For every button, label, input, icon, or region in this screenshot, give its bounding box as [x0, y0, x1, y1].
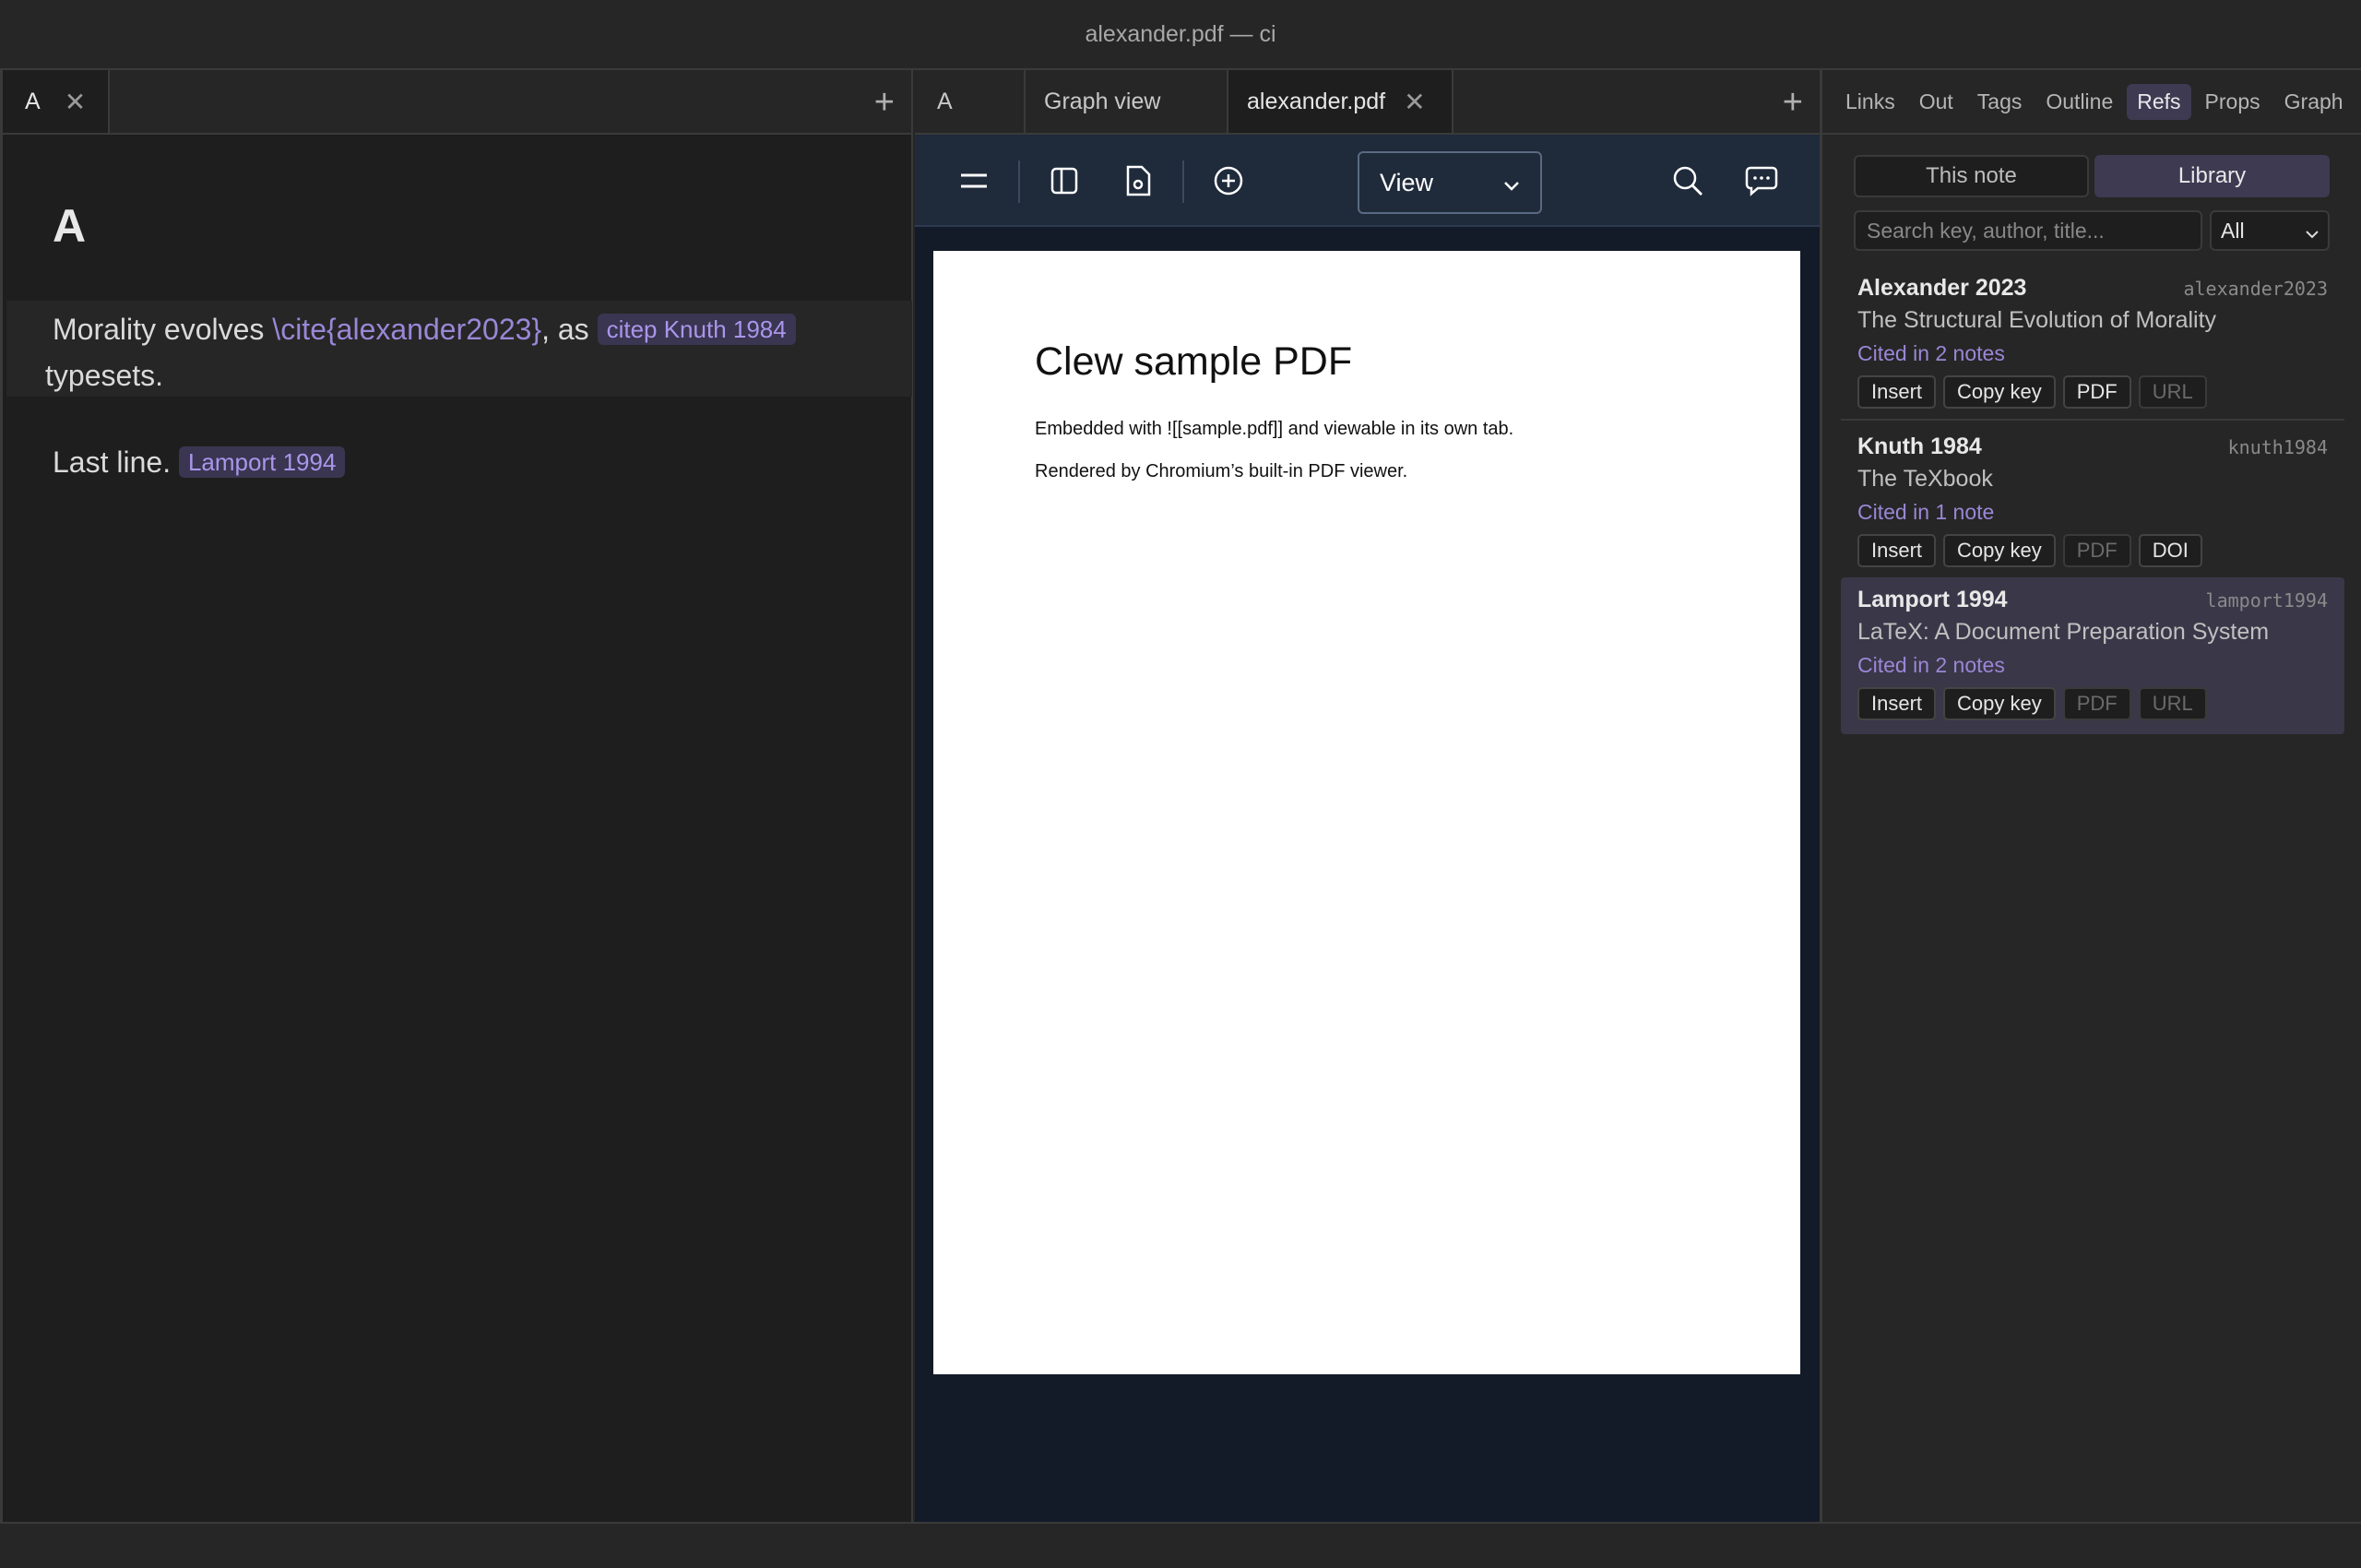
copy-key-button[interactable]: Copy key	[1943, 375, 2056, 409]
search-icon[interactable]	[1666, 159, 1710, 203]
citation-key: lamport1994	[2205, 589, 2328, 612]
this-note-button[interactable]: This note	[1854, 155, 2089, 197]
text: Morality evolves	[53, 313, 273, 346]
tab-label: Graph view	[1044, 88, 1161, 114]
insert-button[interactable]: Insert	[1857, 687, 1937, 720]
pdf-title: Clew sample PDF	[1035, 339, 1353, 384]
text: Last line.	[53, 445, 172, 479]
close-icon[interactable]: ✕	[1404, 87, 1425, 117]
raw-citation: \cite{alexander2023}	[272, 313, 542, 346]
editor-tabbar: A ✕ +	[3, 70, 911, 135]
copy-key-button[interactable]: Copy key	[1943, 687, 2056, 720]
reference-title: The Structural Evolution of Morality	[1857, 307, 2217, 333]
citation-key: knuth1984	[2227, 436, 2328, 458]
tab-graph[interactable]: Graph	[2274, 84, 2354, 120]
pdf-pane: A Graph view alexander.pdf ✕ + View Clew…	[915, 70, 1822, 1522]
search-row: All	[1854, 210, 2330, 251]
add-annotation-icon[interactable]	[1206, 159, 1251, 203]
new-tab-button[interactable]: +	[1783, 70, 1803, 135]
app-window: A ✕ + A Morality evolves \cite{alexander…	[0, 68, 2361, 1524]
pdf-page: Clew sample PDF Embedded with ![[sample.…	[933, 251, 1800, 1374]
tab-out[interactable]: Out	[1909, 84, 1964, 120]
copy-key-button[interactable]: Copy key	[1943, 534, 2056, 567]
pdf-button[interactable]: PDF	[2062, 375, 2131, 409]
reference-name: Lamport 1994	[1857, 587, 2008, 612]
divider	[1841, 419, 2344, 421]
url-button: URL	[2138, 375, 2207, 409]
new-tab-button[interactable]: +	[874, 70, 895, 135]
view-mode-label: View	[1380, 168, 1434, 196]
view-mode-select[interactable]: View	[1358, 151, 1542, 214]
reference-item-selected[interactable]: Lamport 1994 lamport1994 LaTeX: A Docume…	[1841, 577, 2344, 734]
pdf-text-line: Rendered by Chromium’s built-in PDF view…	[1035, 461, 1408, 481]
document-properties-icon[interactable]	[1116, 159, 1160, 203]
filter-select[interactable]: All	[2210, 210, 2330, 251]
text: typesets.	[45, 359, 164, 392]
chevron-down-icon	[2304, 223, 2320, 248]
tab-label: A	[937, 88, 953, 114]
note-paragraph[interactable]: Morality evolves \cite{alexander2023}, a…	[6, 301, 912, 397]
tab-label: A	[25, 88, 41, 114]
cited-count-link[interactable]: Cited in 2 notes	[1857, 341, 2328, 366]
citation-pill-lamport[interactable]: Lamport 1994	[178, 446, 346, 478]
window-title: alexander.pdf — ci	[0, 0, 2361, 68]
reference-name: Alexander 2023	[1857, 275, 2027, 301]
note-last-line[interactable]: Last line. Lamport 1994	[53, 439, 346, 485]
citation-key: alexander2023	[2183, 278, 2328, 300]
tab-graph-view[interactable]: Graph view	[1026, 70, 1228, 133]
pdf-toolbar: View	[915, 135, 1820, 227]
citation-pill-knuth[interactable]: citep Knuth 1984	[597, 314, 796, 345]
tab-refs[interactable]: Refs	[2127, 83, 2191, 120]
scope-toggle: This note Library	[1854, 155, 2330, 197]
pdf-tabbar: A Graph view alexander.pdf ✕ +	[915, 70, 1820, 135]
chevron-down-icon	[1501, 173, 1522, 202]
url-button: URL	[2138, 687, 2207, 720]
menu-icon[interactable]	[952, 159, 996, 203]
cited-count-link[interactable]: Cited in 2 notes	[1857, 653, 2328, 678]
tab-note-a[interactable]: A	[915, 70, 1026, 133]
sidebar-pane: Links Out Tags Outline Refs Props Graph …	[1822, 70, 2361, 1522]
editor-pane: A ✕ + A Morality evolves \cite{alexander…	[0, 70, 913, 1522]
tab-note-a[interactable]: A ✕	[3, 70, 111, 133]
divider	[1182, 160, 1184, 203]
sidebar-toggle-icon[interactable]	[1042, 159, 1086, 203]
sidebar-tabs: Links Out Tags Outline Refs Props Graph	[1822, 70, 2361, 135]
close-icon[interactable]: ✕	[65, 87, 86, 117]
reference-name: Knuth 1984	[1857, 434, 1982, 459]
tab-props[interactable]: Props	[2195, 84, 2271, 120]
reference-title: LaTeX: A Document Preparation System	[1857, 619, 2270, 645]
tab-outline[interactable]: Outline	[2035, 84, 2123, 120]
filter-value: All	[2221, 218, 2245, 243]
cited-count-link[interactable]: Cited in 1 note	[1857, 500, 2328, 525]
library-button[interactable]: Library	[2094, 155, 2330, 197]
tab-tags[interactable]: Tags	[1967, 84, 2033, 120]
insert-button[interactable]: Insert	[1857, 534, 1937, 567]
tab-label: alexander.pdf	[1247, 88, 1386, 114]
text: , as	[541, 313, 598, 346]
tab-links[interactable]: Links	[1835, 84, 1905, 120]
reference-item[interactable]: Alexander 2023 alexander2023 The Structu…	[1841, 266, 2344, 422]
comments-icon[interactable]	[1739, 159, 1784, 203]
pdf-button: PDF	[2062, 534, 2131, 567]
divider	[1018, 160, 1020, 203]
tab-alexander-pdf[interactable]: alexander.pdf ✕	[1228, 70, 1453, 133]
status-bar	[0, 1524, 2361, 1568]
doi-button[interactable]: DOI	[2138, 534, 2202, 567]
reference-item[interactable]: Knuth 1984 knuth1984 The TeXbook Cited i…	[1841, 424, 2344, 581]
reference-title: The TeXbook	[1857, 466, 1993, 492]
pdf-text-line: Embedded with ![[sample.pdf]] and viewab…	[1035, 419, 1514, 439]
note-heading: A	[53, 200, 87, 252]
insert-button[interactable]: Insert	[1857, 375, 1937, 409]
pdf-button: PDF	[2062, 687, 2131, 720]
search-input[interactable]	[1854, 210, 2202, 251]
